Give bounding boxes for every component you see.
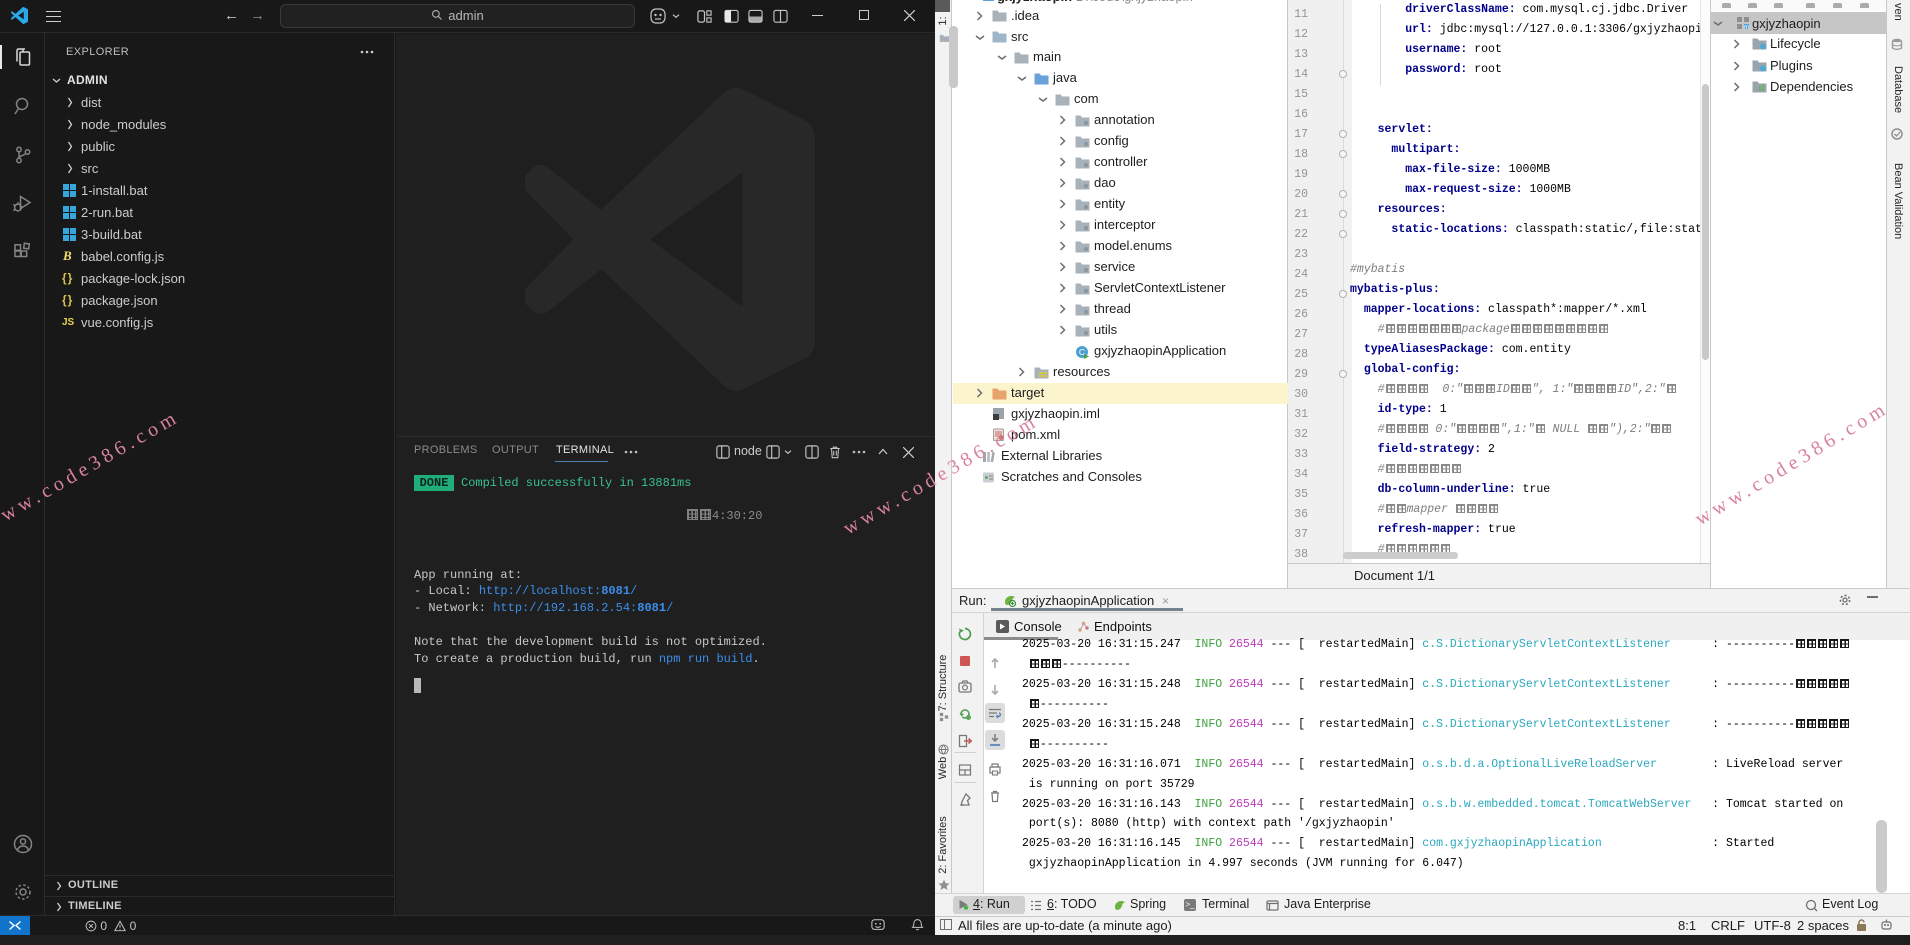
svg-text:m: m bbox=[1744, 25, 1749, 30]
